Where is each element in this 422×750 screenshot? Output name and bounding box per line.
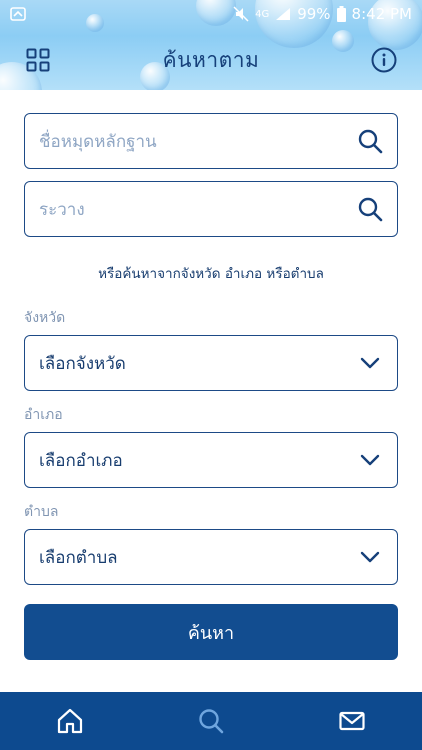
battery-percentage: 99%	[297, 5, 331, 23]
helper-text: หรือค้นหาจากจังหวัด อำเภอ หรือตำบล	[98, 266, 324, 282]
search-icon[interactable]	[197, 707, 225, 735]
province-selected-value: เลือกจังหวัด	[39, 353, 126, 374]
header-background: 4G 99% 8:42 PM ค้นหาตาม	[0, 0, 422, 90]
benchmark-name-search-field[interactable]: ชื่อหมุดหลักฐาน	[24, 113, 398, 169]
network-type: 4G	[255, 8, 270, 20]
tambon-label: ตำบล	[24, 504, 59, 520]
app-notification-icon	[10, 7, 26, 21]
amphoe-selected-value: เลือกอำเภอ	[39, 450, 123, 471]
province-select[interactable]: เลือกจังหวัด	[24, 335, 398, 391]
app-bar: ค้นหาตาม	[0, 30, 422, 90]
page-title: ค้นหาตาม	[162, 47, 260, 72]
home-icon[interactable]	[56, 707, 84, 735]
clock: 8:42 PM	[351, 5, 412, 23]
map-sheet-search-field[interactable]: ระวาง	[24, 181, 398, 237]
search-submit-button[interactable]: ค้นหา	[24, 604, 398, 660]
tambon-selected-value: เลือกตำบล	[39, 547, 118, 568]
info-icon[interactable]	[371, 47, 397, 73]
bottom-navigation	[0, 692, 422, 750]
grid-menu-icon[interactable]	[26, 48, 50, 72]
chevron-down-icon	[360, 357, 380, 369]
chevron-down-icon	[360, 551, 380, 563]
amphoe-label: อำเภอ	[24, 407, 63, 423]
search-icon[interactable]	[357, 128, 383, 154]
mail-icon[interactable]	[338, 707, 366, 735]
benchmark-name-placeholder: ชื่อหมุดหลักฐาน	[39, 131, 157, 152]
amphoe-select[interactable]: เลือกอำเภอ	[24, 432, 398, 488]
signal-icon	[276, 8, 291, 20]
map-sheet-placeholder: ระวาง	[39, 199, 85, 220]
chevron-down-icon	[360, 454, 380, 466]
search-icon[interactable]	[357, 196, 383, 222]
province-label: จังหวัด	[24, 310, 66, 326]
mute-icon	[233, 6, 249, 22]
battery-icon	[336, 6, 346, 22]
status-bar: 4G 99% 8:42 PM	[0, 0, 422, 28]
tambon-select[interactable]: เลือกตำบล	[24, 529, 398, 585]
